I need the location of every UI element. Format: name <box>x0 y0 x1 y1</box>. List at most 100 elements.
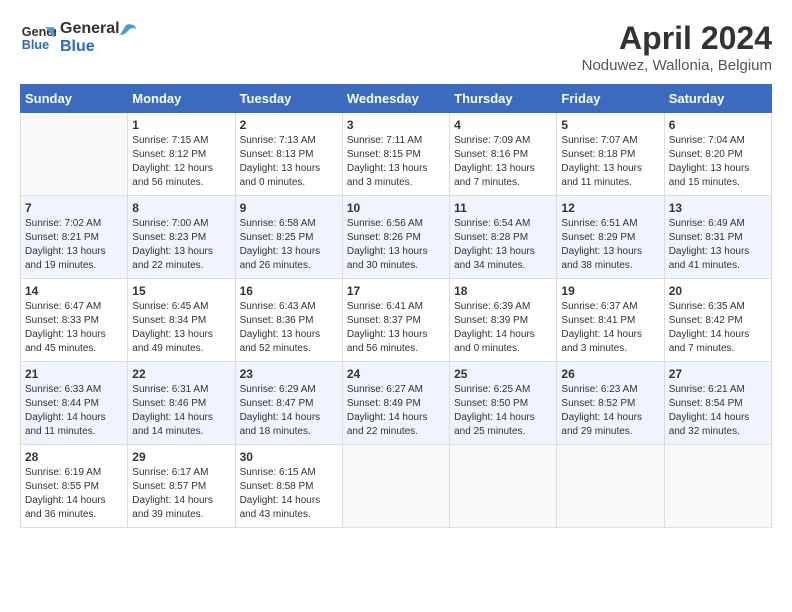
calendar-cell: 24Sunrise: 6:27 AM Sunset: 8:49 PM Dayli… <box>342 362 449 445</box>
logo-text: General Blue <box>60 20 120 55</box>
cell-content: Sunrise: 6:17 AM Sunset: 8:57 PM Dayligh… <box>132 466 230 522</box>
calendar-table: SundayMondayTuesdayWednesdayThursdayFrid… <box>20 84 772 528</box>
day-number: 11 <box>454 201 552 215</box>
day-number: 13 <box>669 201 767 215</box>
cell-content: Sunrise: 6:23 AM Sunset: 8:52 PM Dayligh… <box>561 383 659 439</box>
title-section: April 2024 Noduwez, Wallonia, Belgium <box>582 20 772 74</box>
day-number: 29 <box>132 450 230 464</box>
col-header-friday: Friday <box>557 85 664 113</box>
calendar-cell: 2 Sunrise: 7:13 AM Sunset: 8:13 PM Daylig… <box>235 113 342 196</box>
calendar-cell <box>557 445 664 528</box>
calendar-cell: 6 Sunrise: 7:04 AM Sunset: 8:20 PM Daylig… <box>664 113 771 196</box>
cell-content: Sunrise: 6:21 AM Sunset: 8:54 PM Dayligh… <box>669 383 767 439</box>
day-number: 12 <box>561 201 659 215</box>
calendar-cell: 18 Sunrise: 6:39 AM Sunset: 8:39 PM Dayli… <box>450 279 557 362</box>
cell-content: Sunrise: 6:27 AM Sunset: 8:49 PM Dayligh… <box>347 383 445 439</box>
calendar-cell: 12 Sunrise: 6:51 AM Sunset: 8:29 PM Dayli… <box>557 196 664 279</box>
svg-text:Blue: Blue <box>22 38 49 52</box>
calendar-cell: 13 Sunrise: 6:49 AM Sunset: 8:31 PM Dayli… <box>664 196 771 279</box>
day-number: 6 <box>669 118 767 132</box>
cell-content: Sunrise: 7:15 AM Sunset: 8:12 PM Dayligh… <box>132 134 230 190</box>
col-header-tuesday: Tuesday <box>235 85 342 113</box>
calendar-cell: 4Sunrise: 7:09 AM Sunset: 8:16 PM Daylig… <box>450 113 557 196</box>
calendar-row-2: 14 Sunrise: 6:47 AM Sunset: 8:33 PM Dayli… <box>21 279 772 362</box>
cell-content: Sunrise: 7:11 AM Sunset: 8:15 PM Dayligh… <box>347 134 445 190</box>
logo-line1: General <box>60 20 120 38</box>
calendar-cell: 8Sunrise: 7:00 AM Sunset: 8:23 PM Daylig… <box>128 196 235 279</box>
cell-content: Sunrise: 6:39 AM Sunset: 8:39 PM Dayligh… <box>454 300 552 356</box>
calendar-row-1: 7Sunrise: 7:02 AM Sunset: 8:21 PM Daylig… <box>21 196 772 279</box>
day-number: 9 <box>240 201 338 215</box>
cell-content: Sunrise: 6:45 AM Sunset: 8:34 PM Dayligh… <box>132 300 230 356</box>
col-header-saturday: Saturday <box>664 85 771 113</box>
cell-content: Sunrise: 6:51 AM Sunset: 8:29 PM Dayligh… <box>561 217 659 273</box>
calendar-cell <box>450 445 557 528</box>
calendar-cell: 15 Sunrise: 6:45 AM Sunset: 8:34 PM Dayli… <box>128 279 235 362</box>
main-title: April 2024 <box>582 20 772 57</box>
day-number: 25 <box>454 367 552 381</box>
calendar-row-3: 21 Sunrise: 6:33 AM Sunset: 8:44 PM Dayli… <box>21 362 772 445</box>
day-number: 2 <box>240 118 338 132</box>
calendar-cell: 22Sunrise: 6:31 AM Sunset: 8:46 PM Dayli… <box>128 362 235 445</box>
day-number: 23 <box>240 367 338 381</box>
calendar-cell <box>21 113 128 196</box>
day-number: 20 <box>669 284 767 298</box>
day-number: 26 <box>561 367 659 381</box>
cell-content: Sunrise: 6:54 AM Sunset: 8:28 PM Dayligh… <box>454 217 552 273</box>
col-header-monday: Monday <box>128 85 235 113</box>
calendar-cell: 27 Sunrise: 6:21 AM Sunset: 8:54 PM Dayli… <box>664 362 771 445</box>
calendar-cell: 16Sunrise: 6:43 AM Sunset: 8:36 PM Dayli… <box>235 279 342 362</box>
day-number: 3 <box>347 118 445 132</box>
calendar-cell: 29 Sunrise: 6:17 AM Sunset: 8:57 PM Dayli… <box>128 445 235 528</box>
calendar-cell: 30 Sunrise: 6:15 AM Sunset: 8:58 PM Dayli… <box>235 445 342 528</box>
cell-content: Sunrise: 7:13 AM Sunset: 8:13 PM Dayligh… <box>240 134 338 190</box>
day-number: 15 <box>132 284 230 298</box>
calendar-cell: 1Sunrise: 7:15 AM Sunset: 8:12 PM Daylig… <box>128 113 235 196</box>
calendar-row-0: 1Sunrise: 7:15 AM Sunset: 8:12 PM Daylig… <box>21 113 772 196</box>
cell-content: Sunrise: 6:25 AM Sunset: 8:50 PM Dayligh… <box>454 383 552 439</box>
day-number: 30 <box>240 450 338 464</box>
cell-content: Sunrise: 7:02 AM Sunset: 8:21 PM Dayligh… <box>25 217 123 273</box>
day-number: 27 <box>669 367 767 381</box>
cell-content: Sunrise: 6:15 AM Sunset: 8:58 PM Dayligh… <box>240 466 338 522</box>
calendar-cell: 21 Sunrise: 6:33 AM Sunset: 8:44 PM Dayli… <box>21 362 128 445</box>
day-number: 18 <box>454 284 552 298</box>
calendar-cell <box>664 445 771 528</box>
col-header-thursday: Thursday <box>450 85 557 113</box>
calendar-cell: 10 Sunrise: 6:56 AM Sunset: 8:26 PM Dayli… <box>342 196 449 279</box>
cell-content: Sunrise: 6:29 AM Sunset: 8:47 PM Dayligh… <box>240 383 338 439</box>
cell-content: Sunrise: 6:58 AM Sunset: 8:25 PM Dayligh… <box>240 217 338 273</box>
calendar-row-4: 28Sunrise: 6:19 AM Sunset: 8:55 PM Dayli… <box>21 445 772 528</box>
subtitle: Noduwez, Wallonia, Belgium <box>582 57 772 74</box>
cell-content: Sunrise: 7:00 AM Sunset: 8:23 PM Dayligh… <box>132 217 230 273</box>
cell-content: Sunrise: 7:07 AM Sunset: 8:18 PM Dayligh… <box>561 134 659 190</box>
calendar-cell: 19 Sunrise: 6:37 AM Sunset: 8:41 PM Dayli… <box>557 279 664 362</box>
calendar-cell: 20Sunrise: 6:35 AM Sunset: 8:42 PM Dayli… <box>664 279 771 362</box>
cell-content: Sunrise: 6:49 AM Sunset: 8:31 PM Dayligh… <box>669 217 767 273</box>
cell-content: Sunrise: 7:04 AM Sunset: 8:20 PM Dayligh… <box>669 134 767 190</box>
day-number: 10 <box>347 201 445 215</box>
day-number: 19 <box>561 284 659 298</box>
day-number: 28 <box>25 450 123 464</box>
day-number: 14 <box>25 284 123 298</box>
cell-content: Sunrise: 6:56 AM Sunset: 8:26 PM Dayligh… <box>347 217 445 273</box>
logo-icon: General Blue <box>20 20 56 56</box>
col-header-sunday: Sunday <box>21 85 128 113</box>
col-header-wednesday: Wednesday <box>342 85 449 113</box>
cell-content: Sunrise: 6:41 AM Sunset: 8:37 PM Dayligh… <box>347 300 445 356</box>
cell-content: Sunrise: 6:47 AM Sunset: 8:33 PM Dayligh… <box>25 300 123 356</box>
day-number: 4 <box>454 118 552 132</box>
day-number: 16 <box>240 284 338 298</box>
logo-line2: Blue <box>60 38 120 56</box>
day-number: 21 <box>25 367 123 381</box>
calendar-cell: 3 Sunrise: 7:11 AM Sunset: 8:15 PM Daylig… <box>342 113 449 196</box>
calendar-cell: 28Sunrise: 6:19 AM Sunset: 8:55 PM Dayli… <box>21 445 128 528</box>
calendar-cell: 23 Sunrise: 6:29 AM Sunset: 8:47 PM Dayli… <box>235 362 342 445</box>
logo: General Blue General Blue <box>20 20 136 56</box>
cell-content: Sunrise: 6:33 AM Sunset: 8:44 PM Dayligh… <box>25 383 123 439</box>
cell-content: Sunrise: 6:37 AM Sunset: 8:41 PM Dayligh… <box>561 300 659 356</box>
calendar-cell: 5Sunrise: 7:07 AM Sunset: 8:18 PM Daylig… <box>557 113 664 196</box>
day-number: 17 <box>347 284 445 298</box>
day-number: 22 <box>132 367 230 381</box>
calendar-cell: 26 Sunrise: 6:23 AM Sunset: 8:52 PM Dayli… <box>557 362 664 445</box>
